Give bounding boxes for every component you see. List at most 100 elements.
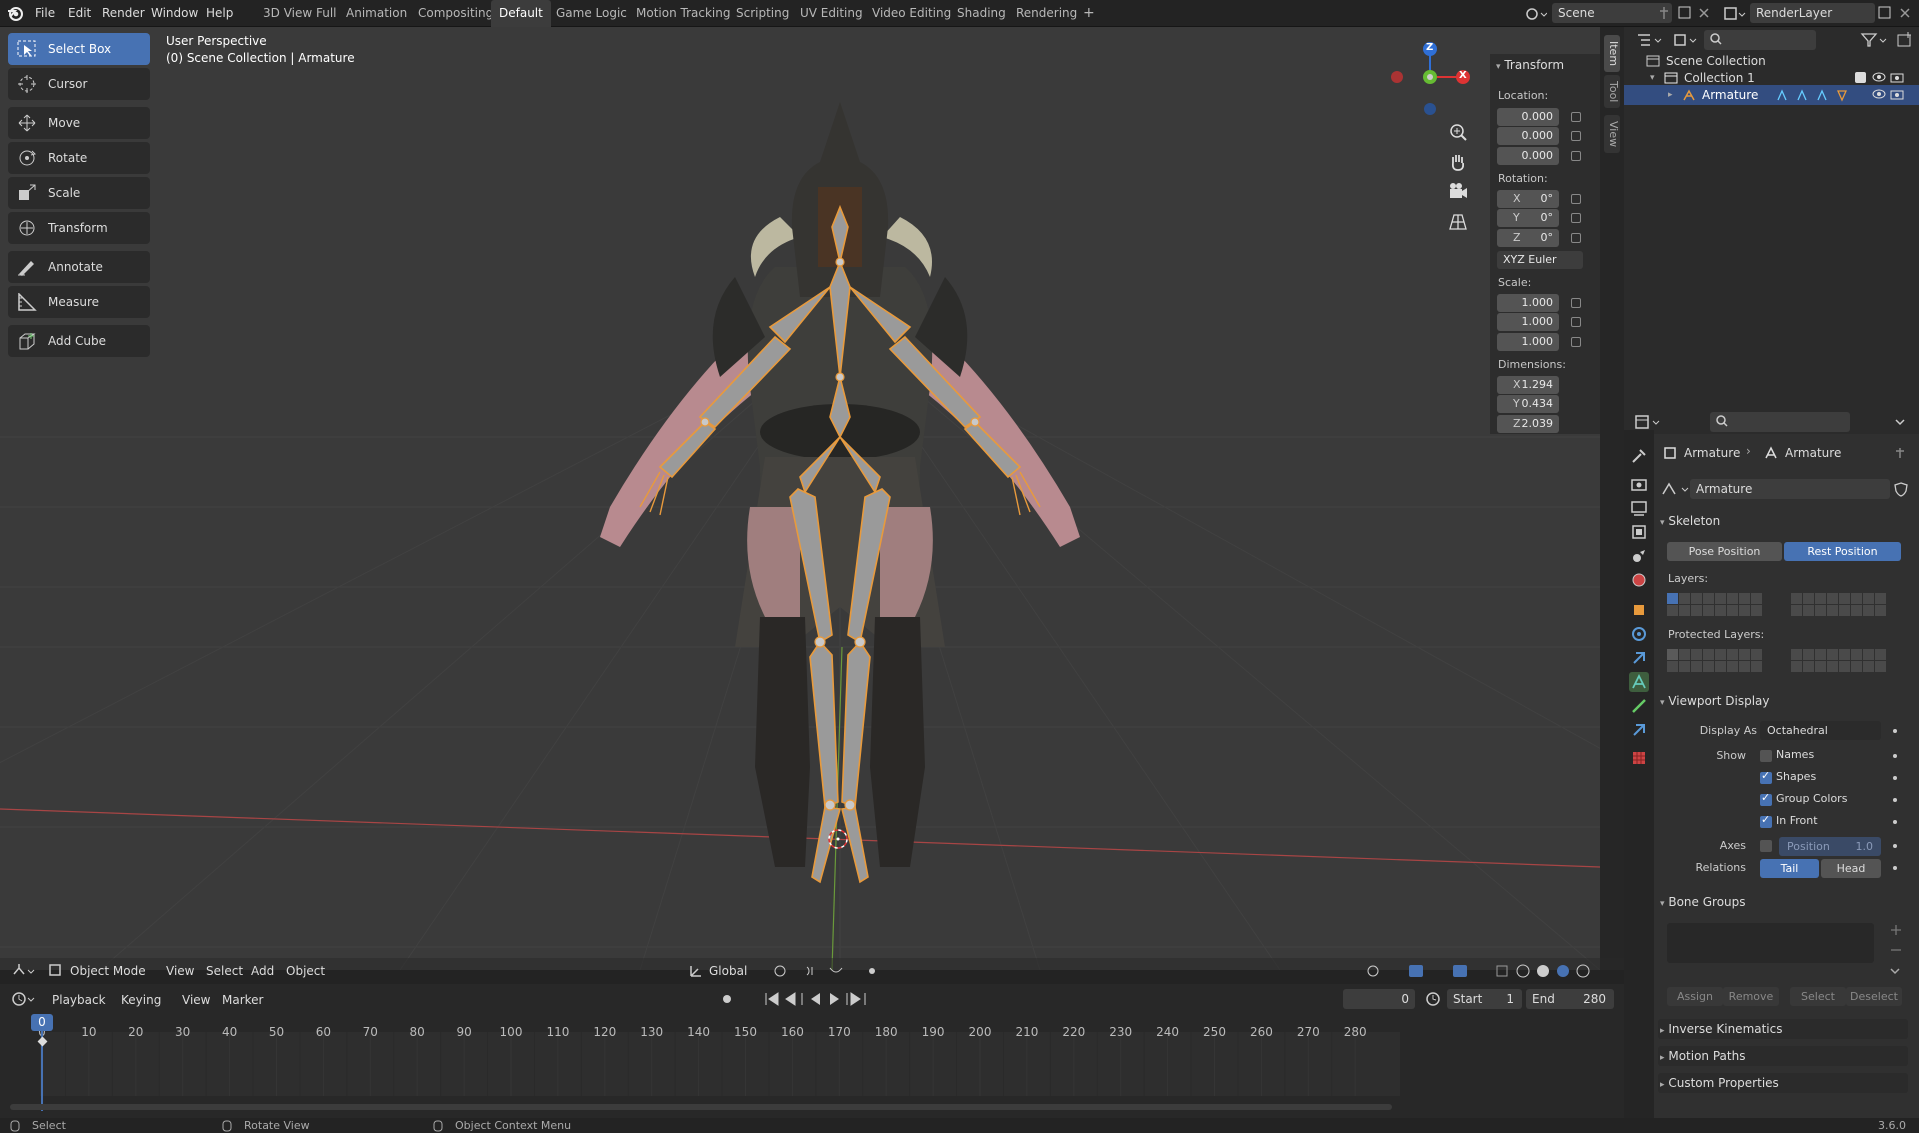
layer-toggle[interactable] bbox=[1803, 649, 1814, 660]
layer-toggle[interactable] bbox=[1839, 605, 1850, 616]
layer-toggle[interactable] bbox=[1703, 593, 1714, 604]
layer-toggle[interactable] bbox=[1839, 593, 1850, 604]
location-y-field[interactable]: 0.000 bbox=[1497, 127, 1559, 145]
layer-toggle[interactable] bbox=[1727, 649, 1738, 660]
view-layer-tab-icon[interactable] bbox=[1629, 522, 1649, 542]
viewport-shading-icons[interactable] bbox=[1365, 963, 1615, 979]
armature-data-tab-icon[interactable] bbox=[1629, 672, 1649, 692]
layer-toggle[interactable] bbox=[1739, 649, 1750, 660]
layer-toggle[interactable] bbox=[1815, 593, 1826, 604]
output-tab-icon[interactable] bbox=[1629, 498, 1649, 518]
layer-toggle[interactable] bbox=[1679, 649, 1690, 660]
layer-toggle[interactable] bbox=[1803, 661, 1814, 672]
remove-icon[interactable] bbox=[1890, 944, 1902, 956]
layer-toggle[interactable] bbox=[1827, 605, 1838, 616]
add-icon[interactable] bbox=[1890, 924, 1902, 936]
layer-toggle[interactable] bbox=[1791, 593, 1802, 604]
tool-annotate[interactable]: Annotate bbox=[8, 251, 150, 283]
tab-rendering[interactable]: Rendering bbox=[1008, 0, 1085, 27]
lock-icon[interactable] bbox=[1571, 151, 1581, 161]
layer-toggle[interactable] bbox=[1727, 593, 1738, 604]
lock-icon[interactable] bbox=[1571, 112, 1581, 122]
layer-toggle[interactable] bbox=[1875, 593, 1886, 604]
3d-cursor-icon[interactable] bbox=[826, 827, 850, 851]
axes-position-field[interactable]: Position 1.0 bbox=[1779, 837, 1881, 856]
layer-toggle[interactable] bbox=[1667, 649, 1678, 660]
constraints-tab-icon[interactable] bbox=[1629, 648, 1649, 668]
rest-position-button[interactable]: Rest Position bbox=[1784, 542, 1901, 561]
timeline-editor-type-icon[interactable] bbox=[10, 990, 38, 1008]
end-frame-field[interactable]: End 280 bbox=[1526, 989, 1614, 1009]
menu-view[interactable]: View bbox=[166, 958, 194, 984]
playback-controls[interactable] bbox=[720, 990, 870, 1008]
axes-checkbox[interactable] bbox=[1760, 840, 1772, 852]
tool-measure[interactable]: Measure bbox=[8, 286, 150, 318]
relations-head-button[interactable]: Head bbox=[1821, 859, 1881, 878]
menu-select[interactable]: Select bbox=[206, 958, 243, 984]
tab-scripting[interactable]: Scripting bbox=[728, 0, 797, 27]
eye-icon[interactable] bbox=[1872, 88, 1886, 100]
fake-user-shield-icon[interactable] bbox=[1893, 481, 1909, 497]
menu-marker[interactable]: Marker bbox=[222, 987, 263, 1013]
inverse-kinematics-section-header[interactable]: ▸ Inverse Kinematics bbox=[1660, 1022, 1783, 1036]
layer-toggle[interactable] bbox=[1751, 605, 1762, 616]
layer-toggle[interactable] bbox=[1679, 593, 1690, 604]
keyframe-dot[interactable] bbox=[1893, 820, 1897, 824]
shapes-checkbox[interactable] bbox=[1760, 769, 1772, 784]
outliner[interactable]: Scene Collection ▾ Collection 1 ▸ Armatu… bbox=[1624, 27, 1919, 410]
scene-tab-icon[interactable] bbox=[1629, 546, 1649, 566]
layer-toggle[interactable] bbox=[1727, 661, 1738, 672]
pivot-snap-icons[interactable] bbox=[772, 963, 880, 979]
scale-z-field[interactable]: 1.000 bbox=[1497, 333, 1559, 351]
blender-logo-icon[interactable] bbox=[6, 4, 24, 22]
menu-file[interactable]: File bbox=[29, 0, 61, 27]
scale-x-field[interactable]: 1.000 bbox=[1497, 294, 1559, 312]
tab-compositing[interactable]: Compositing bbox=[410, 0, 501, 27]
tool-add-cube[interactable]: Add Cube bbox=[8, 325, 150, 357]
tab-shading[interactable]: Shading bbox=[949, 0, 1014, 27]
view-layer-icon[interactable] bbox=[1722, 4, 1746, 23]
tool-cursor[interactable]: Cursor bbox=[8, 68, 150, 100]
deselect-button[interactable]: Deselect bbox=[1846, 987, 1902, 1006]
menu-add[interactable]: Add bbox=[251, 958, 274, 984]
layer-toggle[interactable] bbox=[1791, 649, 1802, 660]
add-workspace-button[interactable]: + bbox=[1075, 0, 1103, 27]
filter-icon[interactable] bbox=[1860, 32, 1890, 48]
editor-type-icon[interactable] bbox=[10, 962, 38, 980]
names-checkbox[interactable] bbox=[1760, 750, 1772, 762]
keyframe-dot[interactable] bbox=[1893, 776, 1897, 780]
layer-toggle[interactable] bbox=[1691, 661, 1702, 672]
pose-icons[interactable] bbox=[1776, 88, 1856, 102]
layer-toggle[interactable] bbox=[1863, 661, 1874, 672]
timeline-scrollbar[interactable] bbox=[10, 1104, 1392, 1110]
zoom-icon[interactable] bbox=[1447, 121, 1469, 143]
layer-toggle[interactable] bbox=[1715, 605, 1726, 616]
tab-view[interactable]: View bbox=[1604, 115, 1620, 154]
lock-icon[interactable] bbox=[1571, 194, 1581, 204]
object-mode-dropdown[interactable]: Object Mode bbox=[70, 958, 146, 984]
motion-paths-section-header[interactable]: ▸ Motion Paths bbox=[1660, 1049, 1745, 1063]
character-model[interactable] bbox=[560, 87, 1120, 927]
dimension-z-field[interactable]: Z 2.039 bbox=[1497, 415, 1559, 433]
world-tab-icon[interactable] bbox=[1629, 570, 1649, 590]
layer-toggle[interactable] bbox=[1863, 605, 1874, 616]
bone-tab-icon[interactable] bbox=[1629, 696, 1649, 716]
layer-toggle[interactable] bbox=[1667, 593, 1678, 604]
tab-game-logic[interactable]: Game Logic bbox=[548, 0, 635, 27]
assign-button[interactable]: Assign bbox=[1667, 987, 1723, 1006]
layer-toggle[interactable] bbox=[1851, 661, 1862, 672]
clock-icon[interactable] bbox=[1424, 990, 1442, 1008]
outliner-editor-type-icon[interactable] bbox=[1636, 31, 1666, 49]
menu-window[interactable]: Window bbox=[145, 0, 204, 27]
lock-icon[interactable] bbox=[1571, 131, 1581, 141]
layer-toggle[interactable] bbox=[1715, 649, 1726, 660]
lock-icon[interactable] bbox=[1571, 233, 1581, 243]
layer-toggle[interactable] bbox=[1827, 661, 1838, 672]
dimension-y-field[interactable]: Y 0.434 bbox=[1497, 395, 1559, 413]
layer-toggle[interactable] bbox=[1875, 605, 1886, 616]
bone-constraint-tab-icon[interactable] bbox=[1629, 720, 1649, 740]
current-frame-field[interactable]: 0 bbox=[1343, 989, 1415, 1009]
group-colors-checkbox[interactable] bbox=[1760, 791, 1772, 806]
tool-scale[interactable]: Scale bbox=[8, 177, 150, 209]
lock-icon[interactable] bbox=[1571, 298, 1581, 308]
